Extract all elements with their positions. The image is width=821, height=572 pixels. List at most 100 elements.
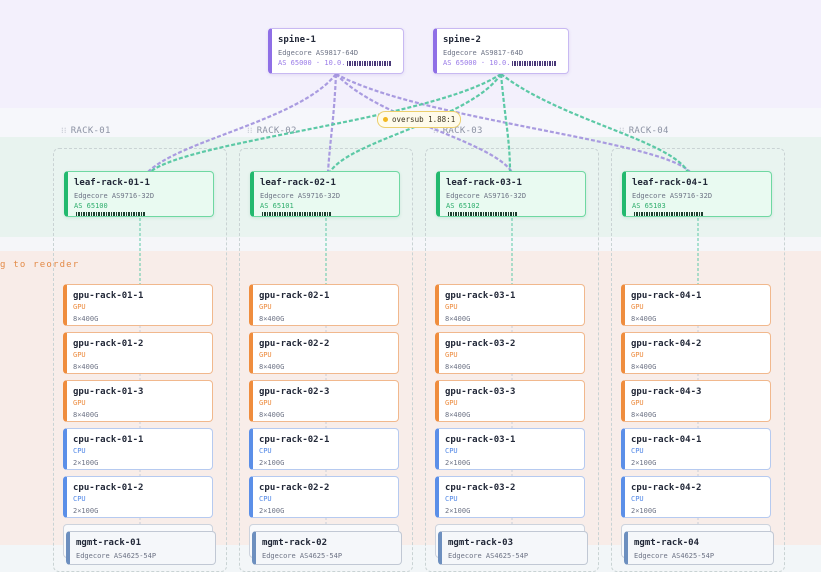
node-role: CPU: [631, 495, 644, 503]
node-name: cpu-rack-03-2: [445, 483, 516, 493]
server-node-gpu[interactable]: gpu-rack-04-2 GPU 8×400G: [621, 332, 771, 374]
node-ports: 2×100G: [73, 459, 99, 467]
node-ports: 8×400G: [259, 411, 285, 419]
node-ports: 8×400G: [445, 363, 471, 371]
server-node-cpu[interactable]: cpu-rack-01-2 CPU 2×100G: [63, 476, 213, 518]
node-name: spine-1: [278, 35, 316, 45]
node-model: Edgecore AS9716-32D: [260, 192, 341, 200]
server-node-gpu[interactable]: gpu-rack-02-1 GPU 8×400G: [249, 284, 399, 326]
server-node-gpu[interactable]: gpu-rack-02-2 GPU 8×400G: [249, 332, 399, 374]
node-ports: 8×400G: [73, 411, 99, 419]
node-name: cpu-rack-04-2: [631, 483, 702, 493]
node-ports: 2×100G: [73, 507, 99, 515]
node-name: gpu-rack-01-1: [73, 291, 144, 301]
node-name: cpu-rack-02-1: [259, 435, 330, 445]
node-model: Edgecore AS4625-54P: [634, 552, 715, 560]
node-name: cpu-rack-01-2: [73, 483, 144, 493]
spine-node-2[interactable]: spine-2 Edgecore AS9817-64D AS 65000 · 1…: [433, 28, 569, 74]
node-role: CPU: [259, 447, 272, 455]
server-node-gpu[interactable]: gpu-rack-01-2 GPU 8×400G: [63, 332, 213, 374]
barcode-icon: [76, 212, 146, 216]
status-dot-icon: [383, 117, 388, 122]
server-node-cpu[interactable]: cpu-rack-01-1 CPU 2×100G: [63, 428, 213, 470]
server-stack-links: [139, 326, 699, 532]
leaf-server-links: [139, 218, 699, 284]
server-node-gpu[interactable]: gpu-rack-01-3 GPU 8×400G: [63, 380, 213, 422]
server-node-cpu[interactable]: cpu-rack-02-2 CPU 2×100G: [249, 476, 399, 518]
node-role: GPU: [631, 351, 644, 359]
node-role: GPU: [445, 303, 458, 311]
leaf-node-rack-02[interactable]: leaf-rack-02-1 Edgecore AS9716-32D AS 65…: [250, 171, 400, 217]
node-model: Edgecore AS9817-64D: [443, 49, 524, 57]
server-node-cpu[interactable]: cpu-rack-04-2 CPU 2×100G: [621, 476, 771, 518]
node-model: Edgecore AS4625-54P: [76, 552, 157, 560]
node-role: GPU: [73, 303, 86, 311]
link-spine1-leaf1: [147, 73, 337, 173]
server-node-cpu[interactable]: cpu-rack-04-1 CPU 2×100G: [621, 428, 771, 470]
server-node-gpu[interactable]: gpu-rack-03-2 GPU 8×400G: [435, 332, 585, 374]
server-node-gpu[interactable]: gpu-rack-04-3 GPU 8×400G: [621, 380, 771, 422]
node-name: cpu-rack-03-1: [445, 435, 516, 445]
node-role: CPU: [445, 447, 458, 455]
server-node-gpu[interactable]: gpu-rack-02-3 GPU 8×400G: [249, 380, 399, 422]
node-role: GPU: [259, 303, 272, 311]
node-name: cpu-rack-01-1: [73, 435, 144, 445]
server-node-cpu[interactable]: cpu-rack-03-2 CPU 2×100G: [435, 476, 585, 518]
server-node-gpu[interactable]: gpu-rack-03-3 GPU 8×400G: [435, 380, 585, 422]
node-role: CPU: [631, 447, 644, 455]
node-name: mgmt-rack-02: [262, 538, 328, 548]
server-node-gpu[interactable]: gpu-rack-03-1 GPU 8×400G: [435, 284, 585, 326]
mgmt-node-rack-01[interactable]: mgmt-rack-01 Edgecore AS4625-54P: [66, 531, 216, 565]
node-name: leaf-rack-01-1: [74, 178, 150, 188]
oversubscription-badge[interactable]: oversub 1.88:1: [377, 111, 461, 128]
server-node-cpu[interactable]: cpu-rack-02-1 CPU 2×100G: [249, 428, 399, 470]
server-node-gpu[interactable]: gpu-rack-04-1 GPU 8×400G: [621, 284, 771, 326]
link-spine2-leaf4: [500, 73, 689, 173]
mgmt-node-rack-03[interactable]: mgmt-rack-03 Edgecore AS4625-54P: [438, 531, 588, 565]
leaf-node-rack-03[interactable]: leaf-rack-03-1 Edgecore AS9716-32D AS 65…: [436, 171, 586, 217]
spine-node-1[interactable]: spine-1 Edgecore AS9817-64D AS 65000 · 1…: [268, 28, 404, 74]
barcode-icon: [262, 212, 332, 216]
node-ports: 2×100G: [259, 507, 285, 515]
node-asn: AS 65100: [74, 202, 108, 210]
server-node-cpu[interactable]: cpu-rack-03-1 CPU 2×100G: [435, 428, 585, 470]
node-ports: 8×400G: [73, 315, 99, 323]
mgmt-node-rack-04[interactable]: mgmt-rack-04 Edgecore AS4625-54P: [624, 531, 774, 565]
node-name: gpu-rack-04-3: [631, 387, 702, 397]
node-ports: 8×400G: [73, 363, 99, 371]
server-node-gpu[interactable]: gpu-rack-01-1 GPU 8×400G: [63, 284, 213, 326]
node-ports: 8×400G: [445, 411, 471, 419]
barcode-icon: [512, 60, 557, 66]
node-role: GPU: [259, 351, 272, 359]
node-role: CPU: [259, 495, 272, 503]
leaf-node-rack-04[interactable]: leaf-rack-04-1 Edgecore AS9716-32D AS 65…: [622, 171, 772, 217]
node-model: Edgecore AS9716-32D: [74, 192, 155, 200]
node-role: GPU: [73, 351, 86, 359]
node-name: gpu-rack-03-3: [445, 387, 516, 397]
node-name: leaf-rack-03-1: [446, 178, 522, 188]
node-model: Edgecore AS4625-54P: [262, 552, 343, 560]
barcode-icon: [634, 212, 704, 216]
node-model: Edgecore AS9817-64D: [278, 49, 359, 57]
node-name: cpu-rack-04-1: [631, 435, 702, 445]
node-name: gpu-rack-03-2: [445, 339, 516, 349]
mgmt-node-rack-02[interactable]: mgmt-rack-02 Edgecore AS4625-54P: [252, 531, 402, 565]
barcode-icon: [448, 212, 518, 216]
leaf-node-rack-01[interactable]: leaf-rack-01-1 Edgecore AS9716-32D AS 65…: [64, 171, 214, 217]
node-name: gpu-rack-01-3: [73, 387, 144, 397]
node-name: gpu-rack-02-3: [259, 387, 330, 397]
node-ports: 2×100G: [445, 507, 471, 515]
node-name: mgmt-rack-04: [634, 538, 700, 548]
node-role: CPU: [73, 447, 86, 455]
node-asn: AS 65103: [632, 202, 666, 210]
node-ports: 8×400G: [445, 315, 471, 323]
node-name: spine-2: [443, 35, 481, 45]
node-model: Edgecore AS9716-32D: [446, 192, 527, 200]
node-name: gpu-rack-03-1: [445, 291, 516, 301]
node-asn: AS 65101: [260, 202, 294, 210]
node-ports: 2×100G: [631, 459, 657, 467]
node-model: Edgecore AS4625-54P: [448, 552, 529, 560]
node-role: GPU: [73, 399, 86, 407]
node-ports: 8×400G: [631, 315, 657, 323]
node-role: CPU: [73, 495, 86, 503]
